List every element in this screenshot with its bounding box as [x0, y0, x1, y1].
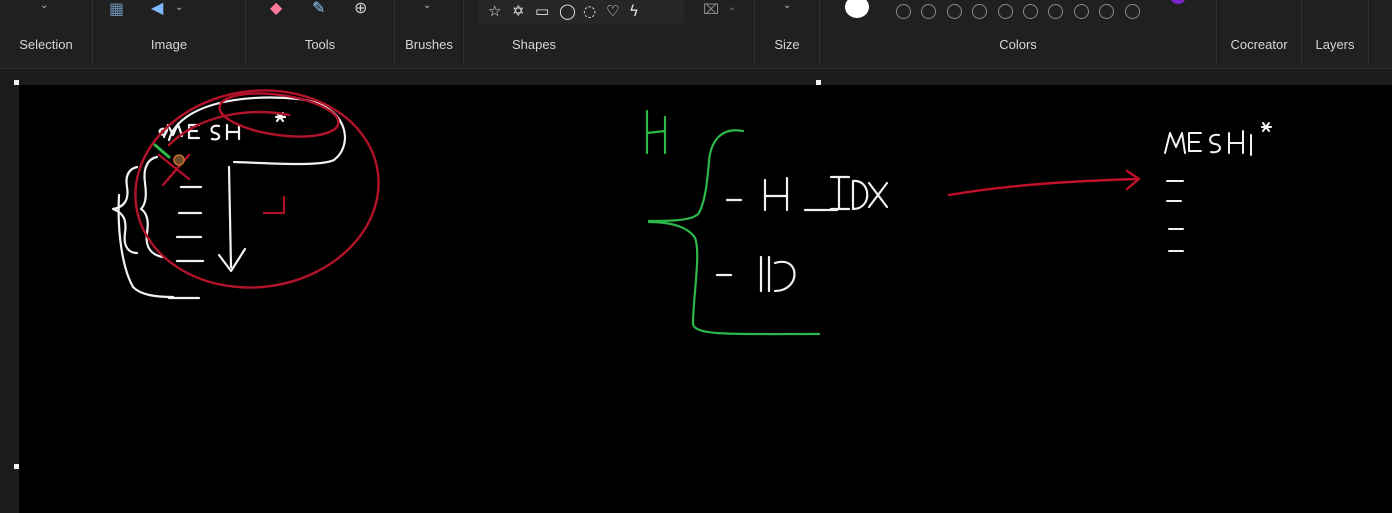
cocreator-label: Cocreator [1230, 37, 1288, 52]
right-mesh-sketch [1164, 122, 1272, 252]
chevron-down-icon[interactable]: ⌄ [423, 0, 431, 11]
canvas-ink [111, 89, 1272, 336]
star-icon[interactable]: ☆ [488, 2, 501, 20]
chevron-down-icon[interactable]: ⌄ [728, 2, 736, 13]
layers-label: Layers [1315, 37, 1355, 52]
callout-rect-icon[interactable]: ▭ [535, 2, 549, 20]
chevron-down-icon[interactable]: ⌄ [40, 0, 48, 11]
cocreator-button[interactable]: Cocreator [1217, 0, 1301, 68]
separator [1368, 0, 1369, 64]
crop-icon[interactable]: ▦ [109, 1, 124, 17]
shapes-gallery: ☆ ✡ ▭ ◯ ◌ ♡ ϟ [478, 0, 684, 24]
left-green-tick [153, 143, 171, 159]
middle-brace [645, 109, 821, 336]
shape-fill-icon[interactable]: ⌧ [703, 2, 719, 18]
eyedropper-icon[interactable]: ✎ [312, 0, 325, 16]
callout-round-icon[interactable]: ◯ [559, 2, 576, 20]
toolbar-ribbon: ⌄ Selection ▦ ◀ ⌄ Image ◆ ✎ ⊕ Tools ⌄ Br… [0, 0, 1392, 69]
image-label: Image [150, 37, 188, 52]
selection-label: Selection [19, 37, 73, 52]
brushes-label: Brushes [405, 37, 453, 52]
star-six-icon[interactable]: ✡ [512, 2, 525, 20]
drawing-canvas[interactable] [19, 85, 1392, 513]
colors-group: Colors [820, 0, 1216, 68]
size-label: Size [774, 37, 800, 52]
selection-group[interactable]: ⌄ Selection [0, 0, 92, 68]
tools-group: ◆ ✎ ⊕ Tools [246, 0, 394, 68]
chevron-down-icon[interactable]: ⌄ [783, 0, 791, 11]
eraser-icon[interactable]: ◆ [270, 0, 282, 16]
callout-cloud-icon[interactable]: ◌ [583, 2, 596, 20]
left-mesh-sketch [111, 96, 347, 300]
magnifier-icon[interactable]: ⊕ [354, 0, 367, 16]
chevron-down-icon[interactable]: ⌄ [175, 2, 183, 13]
red-arrow [947, 169, 1141, 197]
heart-icon[interactable]: ♡ [606, 2, 619, 20]
left-brown-dot [173, 154, 185, 166]
lightning-icon[interactable]: ϟ [629, 2, 639, 20]
rotate-icon[interactable]: ◀ [151, 0, 163, 16]
brushes-group[interactable]: ⌄ Brushes [395, 0, 463, 68]
tools-label: Tools [304, 37, 336, 52]
middle-text [715, 175, 889, 293]
size-group[interactable]: ⌄ Size [755, 0, 819, 68]
shapes-label: Shapes [511, 37, 557, 52]
left-red-circles [134, 89, 380, 289]
layers-button[interactable]: Layers [1302, 0, 1368, 68]
image-group: ▦ ◀ ⌄ Image [93, 0, 245, 68]
colors-label: Colors [999, 37, 1037, 52]
